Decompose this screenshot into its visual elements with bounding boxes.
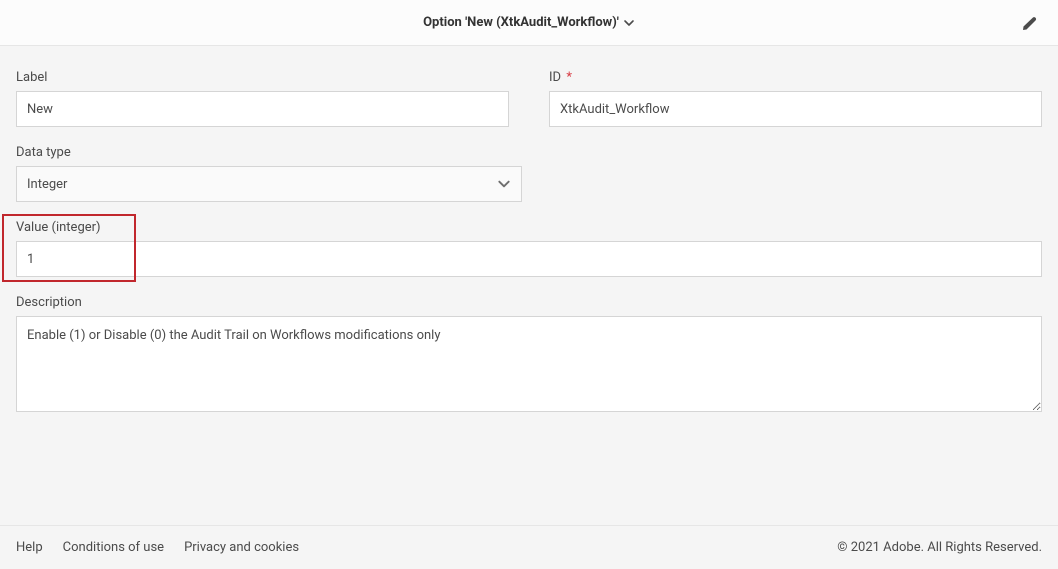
chevron-down-icon: [497, 177, 511, 191]
edit-button[interactable]: [1018, 11, 1042, 35]
datatype-select[interactable]: Integer: [16, 166, 522, 202]
form-content: Label ID * Data type Integer Value (inte…: [0, 46, 1058, 450]
datatype-field-group: Data type Integer: [16, 145, 522, 202]
label-input[interactable]: [16, 91, 509, 127]
id-field-group: ID *: [549, 70, 1042, 127]
footer-privacy-link[interactable]: Privacy and cookies: [184, 540, 299, 555]
page-title-text: Option 'New (XtkAudit_Workflow)': [423, 15, 619, 30]
footer-copyright: © 2021 Adobe. All Rights Reserved.: [837, 540, 1042, 555]
label-field-label: Label: [16, 70, 509, 85]
datatype-field-label: Data type: [16, 145, 522, 160]
description-field-group: Description: [16, 295, 1042, 416]
value-field-label: Value (integer): [16, 220, 1042, 235]
page-header: Option 'New (XtkAudit_Workflow)': [0, 0, 1058, 46]
value-field-group: Value (integer): [16, 220, 1042, 277]
footer-conditions-link[interactable]: Conditions of use: [63, 540, 164, 555]
id-field-label: ID *: [549, 70, 1042, 85]
header-title-dropdown[interactable]: Option 'New (XtkAudit_Workflow)': [423, 15, 635, 30]
footer-help-link[interactable]: Help: [16, 540, 43, 555]
pencil-icon: [1021, 14, 1039, 32]
id-input[interactable]: [549, 91, 1042, 127]
datatype-selected-value: Integer: [27, 177, 67, 192]
description-textarea[interactable]: [16, 316, 1042, 412]
required-indicator: *: [566, 70, 572, 85]
description-field-label: Description: [16, 295, 1042, 310]
page-footer: Help Conditions of use Privacy and cooki…: [0, 525, 1058, 569]
chevron-down-icon: [623, 17, 635, 29]
label-field-group: Label: [16, 70, 509, 127]
value-input[interactable]: [16, 241, 1042, 277]
footer-links: Help Conditions of use Privacy and cooki…: [16, 540, 299, 555]
